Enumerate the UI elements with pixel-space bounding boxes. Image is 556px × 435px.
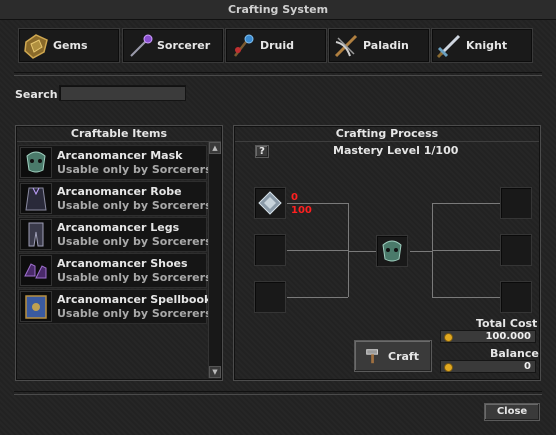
- search-input[interactable]: [59, 85, 186, 101]
- list-item[interactable]: Arcanomancer Spellbook Usable only by So…: [18, 289, 212, 324]
- item-requirement: Usable only by Sorcerers: [57, 271, 212, 284]
- mastery-level: Mastery Level 1/100: [333, 144, 459, 157]
- total-cost-label: Total Cost: [476, 317, 538, 330]
- crafting-process-title: Crafting Process: [235, 127, 539, 142]
- help-button[interactable]: ?: [255, 145, 269, 158]
- tab-gems[interactable]: Gems: [18, 28, 120, 63]
- connector-line: [287, 297, 348, 298]
- list-item[interactable]: Arcanomancer Robe Usable only by Sorcere…: [18, 181, 212, 216]
- craft-button[interactable]: Craft: [354, 340, 432, 372]
- output-slot[interactable]: [500, 187, 532, 219]
- tab-label: Knight: [466, 39, 508, 52]
- balance-label: Balance: [490, 347, 539, 360]
- tab-label: Gems: [53, 39, 88, 52]
- crafting-window: Crafting System Gems Sorcerer Druid Pala…: [0, 0, 556, 435]
- connector-line: [348, 251, 376, 252]
- result-slot[interactable]: [376, 235, 408, 267]
- gold-coin-icon: [444, 333, 453, 342]
- connector-line: [432, 203, 500, 204]
- connector-line: [432, 250, 500, 251]
- connector-line: [287, 203, 348, 204]
- output-slot[interactable]: [500, 281, 532, 313]
- ingredient-need: 100: [291, 205, 312, 216]
- tab-label: Paladin: [363, 39, 409, 52]
- tab-label: Druid: [260, 39, 295, 52]
- craftable-items-title: Craftable Items: [17, 127, 221, 142]
- divider: [14, 391, 542, 395]
- connector-line: [432, 297, 500, 298]
- item-requirement: Usable only by Sorcerers: [57, 235, 212, 248]
- output-slot[interactable]: [500, 234, 532, 266]
- tab-sorcerer[interactable]: Sorcerer: [122, 28, 224, 63]
- item-name: Arcanomancer Shoes: [57, 257, 188, 270]
- gem-shield-icon: [24, 34, 48, 59]
- tab-knight[interactable]: Knight: [431, 28, 533, 63]
- hammer-icon: [366, 349, 378, 364]
- item-requirement: Usable only by Sorcerers: [57, 163, 212, 176]
- list-item[interactable]: Arcanomancer Mask Usable only by Sorcere…: [18, 145, 212, 180]
- connector-line: [348, 203, 349, 297]
- item-name: Arcanomancer Spellbook: [57, 293, 212, 306]
- close-button[interactable]: Close: [484, 403, 540, 421]
- ingredient-slot[interactable]: [254, 187, 286, 219]
- balance-value: 0: [524, 361, 531, 372]
- list-item[interactable]: Arcanomancer Legs Usable only by Sorcere…: [18, 217, 212, 252]
- crystal-icon: [258, 191, 282, 215]
- balance-field: 0: [440, 360, 536, 373]
- search-label: Search: [15, 88, 58, 101]
- craftable-items-panel: Craftable Items Arcanomancer Mask Usable…: [15, 125, 223, 381]
- total-cost-field: 100.000: [440, 330, 536, 343]
- tab-druid[interactable]: Druid: [225, 28, 327, 63]
- tab-paladin[interactable]: Paladin: [328, 28, 430, 63]
- robe-icon: [20, 183, 52, 214]
- item-requirement: Usable only by Sorcerers: [57, 307, 212, 320]
- ingredient-slot[interactable]: [254, 234, 286, 266]
- shoes-icon: [20, 255, 52, 286]
- spellbook-icon: [20, 291, 52, 322]
- divider: [14, 72, 542, 76]
- total-cost-value: 100.000: [485, 331, 531, 342]
- item-name: Arcanomancer Legs: [57, 221, 180, 234]
- item-list-scrollbar[interactable]: ▲ ▼: [208, 142, 221, 378]
- tab-label: Sorcerer: [157, 39, 211, 52]
- mask-icon: [20, 147, 52, 178]
- craft-label: Craft: [388, 350, 419, 363]
- sword-icon: [436, 34, 461, 59]
- list-item[interactable]: Arcanomancer Shoes Usable only by Sorcer…: [18, 253, 212, 288]
- item-name: Arcanomancer Robe: [57, 185, 182, 198]
- window-title: Crafting System: [0, 0, 556, 20]
- rod-icon: [234, 34, 254, 57]
- item-requirement: Usable only by Sorcerers: [57, 199, 212, 212]
- item-name: Arcanomancer Mask: [57, 149, 183, 162]
- ingredient-slot[interactable]: [254, 281, 286, 313]
- legs-icon: [20, 219, 52, 250]
- scroll-up-icon[interactable]: ▲: [209, 142, 221, 154]
- connector-line: [287, 250, 348, 251]
- connector-line: [410, 251, 432, 252]
- crossbow-icon: [334, 34, 358, 58]
- gold-coin-icon: [444, 363, 453, 372]
- scroll-down-icon[interactable]: ▼: [209, 366, 221, 378]
- mask-icon: [382, 240, 402, 262]
- ingredient-have: 0: [291, 192, 298, 203]
- wand-icon: [130, 34, 153, 57]
